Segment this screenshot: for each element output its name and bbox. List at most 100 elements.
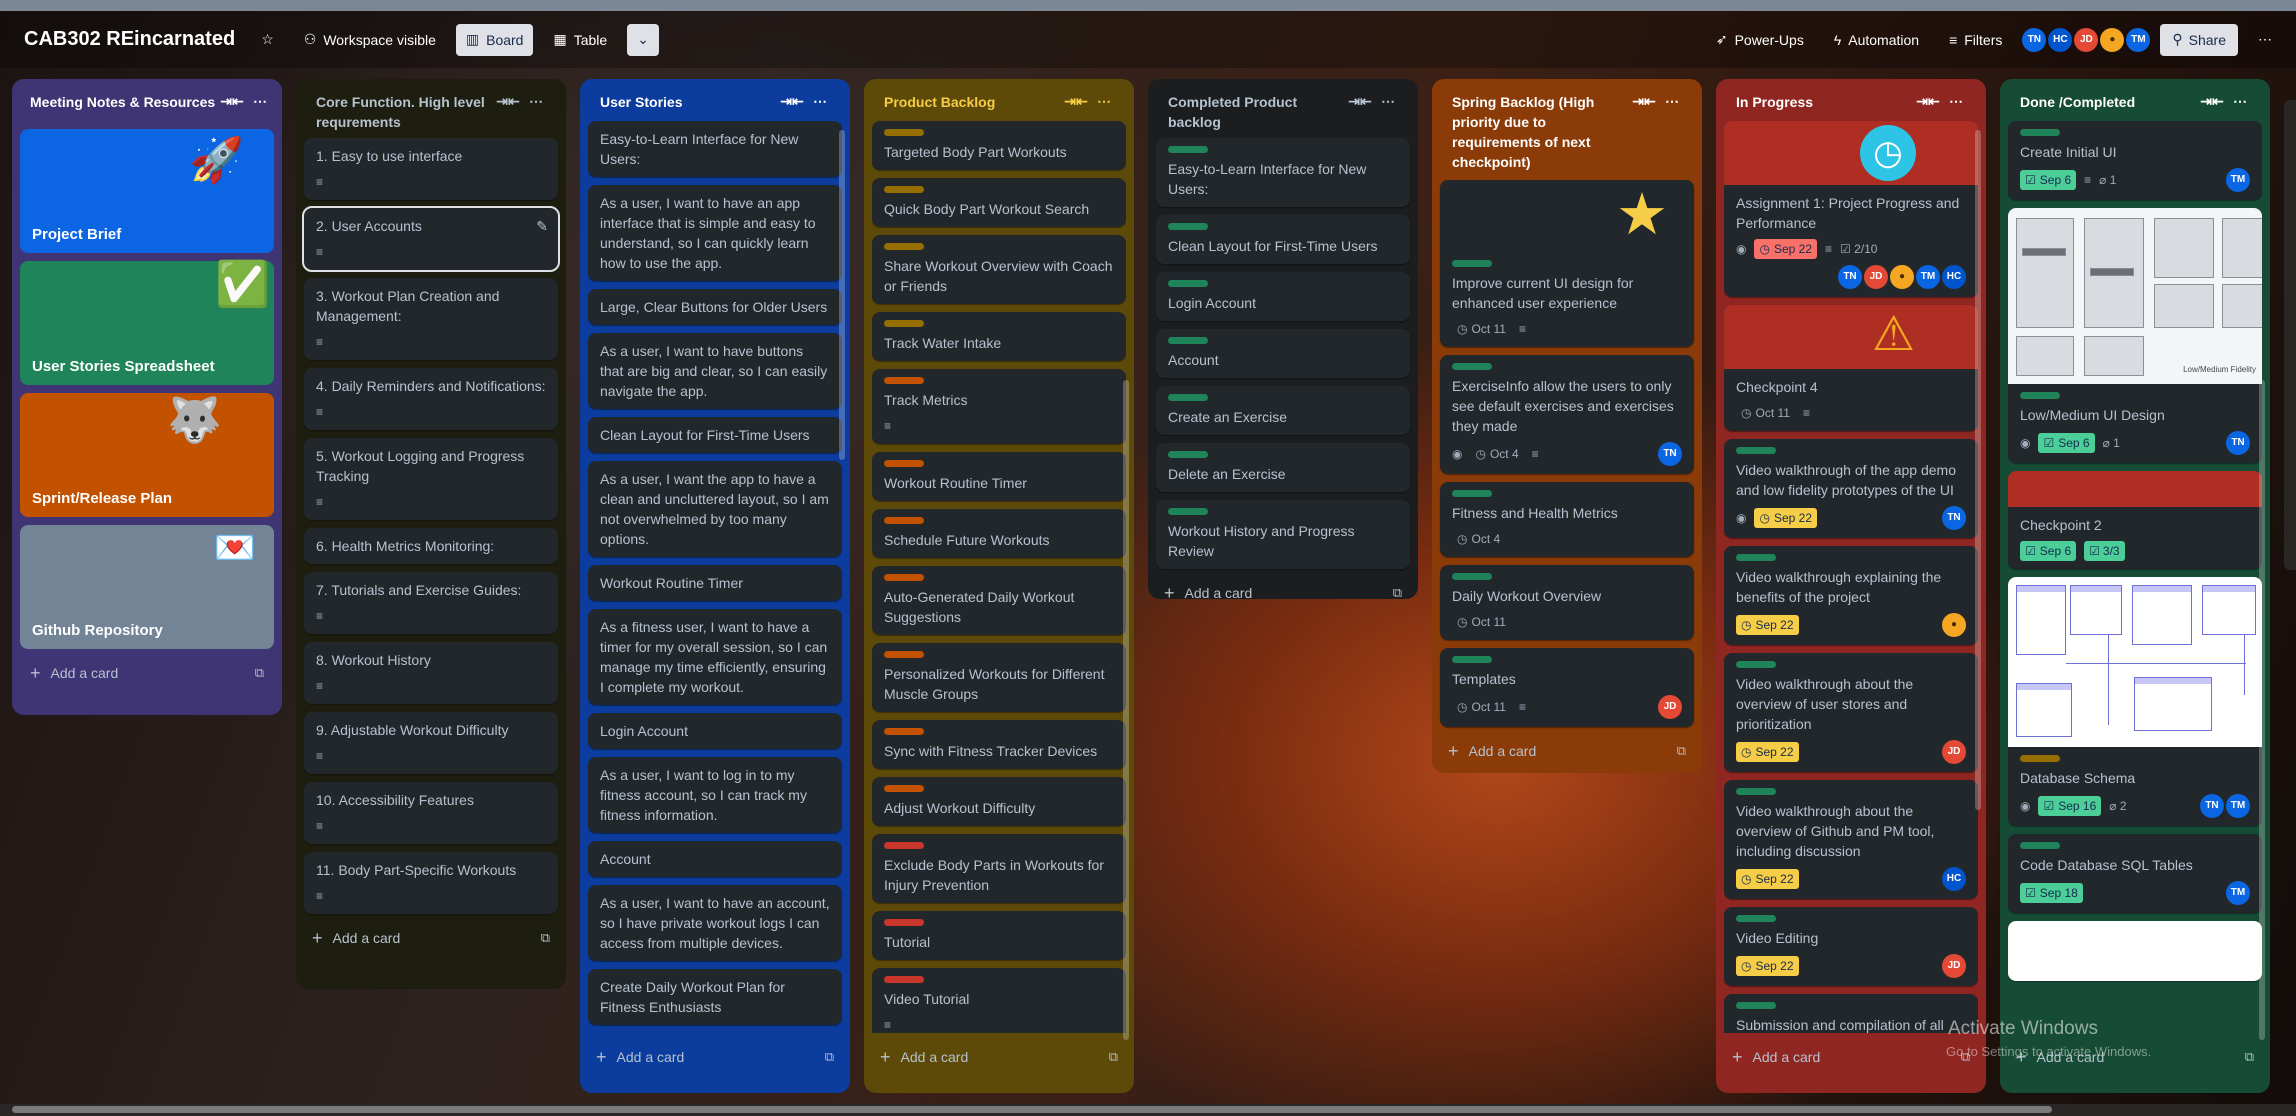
collapse-icon[interactable]: ⇥⇤ xyxy=(1630,93,1658,110)
card[interactable]: 4. Daily Reminders and Notifications: ≡ xyxy=(304,368,558,430)
label-green[interactable] xyxy=(1168,146,1208,153)
card[interactable]: Workout Routine Timer xyxy=(588,565,842,601)
list-cards-scroll[interactable]: ◷ Assignment 1: Project Progress and Per… xyxy=(1724,121,1978,1033)
avatar-photo[interactable]: ● xyxy=(2100,27,2125,52)
label-orange[interactable] xyxy=(884,785,924,792)
card[interactable]: Create an Exercise xyxy=(1156,386,1410,435)
card[interactable]: Video walkthrough about the overview of … xyxy=(1724,653,1978,772)
board-members[interactable]: TN HC JD ● TM xyxy=(2022,27,2151,52)
list-menu-icon[interactable]: ⋯ xyxy=(522,93,550,110)
avatar[interactable]: TM xyxy=(2226,168,2250,192)
board-horizontal-scrollbar[interactable] xyxy=(0,1104,2296,1116)
card[interactable]: Exclude Body Parts in Workouts for Injur… xyxy=(872,834,1126,903)
list-menu-icon[interactable]: ⋯ xyxy=(1658,93,1686,110)
add-card-button[interactable]: + Add a card ⧉ xyxy=(22,657,272,689)
views-dropdown-button[interactable]: ⌄ xyxy=(627,23,660,56)
card[interactable]: Workout Routine Timer xyxy=(872,452,1126,501)
due-date-badge[interactable]: ◷ Sep 22 xyxy=(1754,508,1818,528)
avatar-photo[interactable]: ● xyxy=(1942,613,1966,637)
card[interactable]: As a user, I want to have an app interfa… xyxy=(588,185,842,281)
card[interactable]: Targeted Body Part Workouts xyxy=(872,121,1126,170)
card[interactable]: Easy-to-Learn Interface for New Users: xyxy=(588,121,842,177)
list-menu-icon[interactable]: ⋯ xyxy=(806,93,834,110)
avatar[interactable]: TN xyxy=(1838,265,1862,289)
card-user-stories-spreadsheet[interactable]: ✅ User Stories Spreadsheet xyxy=(20,261,274,385)
label-green[interactable] xyxy=(1452,490,1492,497)
card[interactable]: Delete an Exercise xyxy=(1156,443,1410,492)
due-date-badge[interactable]: ◷ Sep 22 xyxy=(1736,956,1799,976)
card[interactable]: ⚠ Checkpoint 4 ◷ Oct 11 ≡ xyxy=(1724,305,1978,431)
card[interactable]: Account xyxy=(1156,329,1410,378)
card[interactable]: Video Tutorial ≡ xyxy=(872,968,1126,1033)
card[interactable]: Track Water Intake xyxy=(872,312,1126,361)
label-green[interactable] xyxy=(1452,573,1492,580)
card[interactable]: Video Editing ◷ Sep 22 JD xyxy=(1724,907,1978,986)
list-cards-scroll[interactable]: Easy-to-Learn Interface for New Users: A… xyxy=(588,121,842,1033)
card[interactable]: 5. Workout Logging and Progress Tracking… xyxy=(304,438,558,520)
due-date-badge[interactable]: ◷ Oct 11 xyxy=(1452,612,1511,632)
card-sprint-release-plan[interactable]: 🐺 Sprint/Release Plan xyxy=(20,393,274,517)
collapse-icon[interactable]: ⇥⇤ xyxy=(494,93,522,110)
avatar[interactable]: JD xyxy=(1864,265,1888,289)
card-selected[interactable]: 2. User Accounts ✎ ≡ xyxy=(302,206,560,272)
card[interactable]: 6. Health Metrics Monitoring: xyxy=(304,528,558,564)
add-card-button[interactable]: + Add a card ⧉ xyxy=(1724,1041,1978,1073)
list-menu-icon[interactable]: ⋯ xyxy=(1374,93,1402,110)
card[interactable]: Fitness and Health Metrics ◷ Oct 4 xyxy=(1440,482,1694,557)
label-yellow[interactable] xyxy=(884,320,924,327)
list-menu-icon[interactable]: ⋯ xyxy=(1090,93,1118,110)
label-yellow[interactable] xyxy=(884,129,924,136)
attachment-badge[interactable]: ⌀ 2 xyxy=(2109,796,2126,816)
avatar[interactable]: HC xyxy=(1942,265,1966,289)
card[interactable]: Account xyxy=(588,841,842,877)
card[interactable]: Video walkthrough explaining the benefit… xyxy=(1724,546,1978,645)
card[interactable]: Login Account xyxy=(588,713,842,749)
due-date-badge[interactable]: ◷ Sep 22 xyxy=(1736,869,1799,889)
list-title[interactable]: Done /Completed xyxy=(2020,92,2198,112)
add-card-button[interactable]: + Add a card ⧉ xyxy=(588,1041,842,1073)
checklist-badge[interactable]: ☑ 2/10 xyxy=(1840,239,1877,259)
label-green[interactable] xyxy=(1736,554,1776,561)
list-title[interactable]: Spring Backlog (High priority due to req… xyxy=(1452,92,1630,172)
collapse-icon[interactable]: ⇥⇤ xyxy=(1346,93,1374,110)
attachment-badge[interactable]: ⌀ 1 xyxy=(2103,433,2120,453)
label-orange[interactable] xyxy=(884,651,924,658)
filters-button[interactable]: ≡ Filters xyxy=(1939,24,2012,56)
label-red[interactable] xyxy=(884,919,924,926)
label-green[interactable] xyxy=(2020,392,2060,399)
label-green[interactable] xyxy=(1168,451,1208,458)
card[interactable]: Create Initial UI ☑ Sep 6 ≡ ⌀ 1 TM xyxy=(2008,121,2262,200)
card[interactable]: Tutorial xyxy=(872,911,1126,960)
list-menu-icon[interactable]: ⋯ xyxy=(1942,93,1970,110)
collapse-icon[interactable]: ⇥⇤ xyxy=(218,93,246,110)
card[interactable]: 11. Body Part-Specific Workouts ≡ xyxy=(304,852,558,914)
card[interactable]: ◷ Assignment 1: Project Progress and Per… xyxy=(1724,121,1978,297)
card[interactable]: Auto-Generated Daily Workout Suggestions xyxy=(872,566,1126,635)
card[interactable]: 10. Accessibility Features ≡ xyxy=(304,782,558,844)
star-button[interactable]: ☆ xyxy=(251,24,284,56)
list-menu-icon[interactable]: ⋯ xyxy=(2226,93,2254,110)
card[interactable]: 7. Tutorials and Exercise Guides: ≡ xyxy=(304,572,558,634)
label-orange[interactable] xyxy=(884,377,924,384)
avatar-photo[interactable]: ● xyxy=(1890,265,1914,289)
due-date-badge[interactable]: ◷ Sep 22 xyxy=(1754,239,1818,259)
label-green[interactable] xyxy=(1168,394,1208,401)
card[interactable]: Database Schema ◉ ☑ Sep 16 ⌀ 2 TN TM xyxy=(2008,577,2262,826)
template-icon[interactable]: ⧉ xyxy=(1677,743,1686,759)
view-table-tab[interactable]: ▦ Table xyxy=(543,24,617,56)
card[interactable]: 3. Workout Plan Creation and Management:… xyxy=(304,278,558,360)
card[interactable]: Personalized Workouts for Different Musc… xyxy=(872,643,1126,712)
avatar[interactable]: JD xyxy=(1942,954,1966,978)
collapse-icon[interactable]: ⇥⇤ xyxy=(2198,93,2226,110)
template-icon[interactable]: ⧉ xyxy=(1393,585,1402,599)
template-icon[interactable]: ⧉ xyxy=(825,1049,834,1065)
checklist-badge[interactable]: ☑ 3/3 xyxy=(2084,541,2125,561)
card[interactable]: Workout History and Progress Review xyxy=(1156,500,1410,569)
avatar[interactable]: TN xyxy=(2226,431,2250,455)
list-scrollbar[interactable] xyxy=(839,130,845,460)
avatar[interactable]: TN xyxy=(2200,794,2224,818)
attachment-badge[interactable]: ⌀ 1 xyxy=(2099,170,2116,190)
label-green[interactable] xyxy=(1452,363,1492,370)
power-ups-button[interactable]: ➶ Power-Ups xyxy=(1706,24,1814,56)
due-date-badge[interactable]: ◷ Oct 11 xyxy=(1452,697,1511,717)
